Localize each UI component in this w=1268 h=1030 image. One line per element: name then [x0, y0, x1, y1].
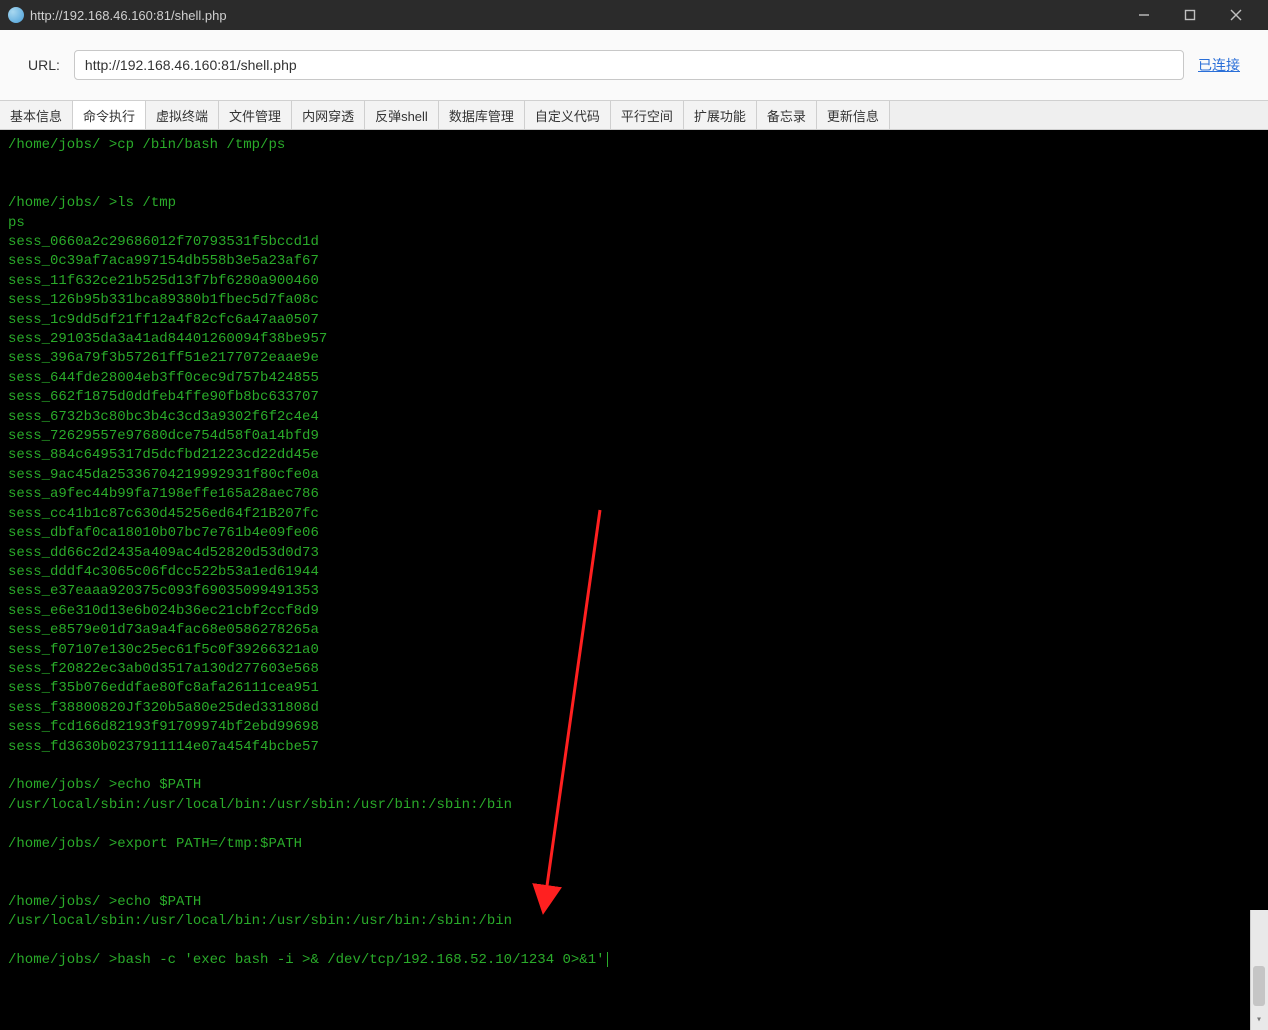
close-button[interactable] [1222, 1, 1250, 29]
minimize-button[interactable] [1130, 1, 1158, 29]
window-title: http://192.168.46.160:81/shell.php [30, 8, 1130, 23]
terminal-line [8, 873, 1260, 892]
scrollbar-thumb[interactable] [1253, 966, 1265, 1006]
tab-1[interactable]: 命令执行 [73, 101, 146, 129]
tab-11[interactable]: 更新信息 [817, 101, 890, 129]
terminal-line: sess_dbfaf0ca18010b07bc7e761b4e09fe06 [8, 524, 1260, 543]
tab-bar: 基本信息命令执行虚拟终端文件管理内网穿透反弹shell数据库管理自定义代码平行空… [0, 100, 1268, 130]
terminal-line: sess_6732b3c80bc3b4c3cd3a9302f6f2c4e4 [8, 408, 1260, 427]
terminal-line: sess_f20822ec3ab0d3517a130d277603e568 [8, 660, 1260, 679]
tab-10[interactable]: 备忘录 [757, 101, 817, 129]
terminal-line: /home/jobs/ >echo $PATH [8, 776, 1260, 795]
terminal-cursor [607, 952, 608, 967]
terminal-line: /home/jobs/ >bash -c 'exec bash -i >& /d… [8, 951, 1260, 970]
terminal-line: sess_dd66c2d2435a409ac4d52820d53d0d73 [8, 544, 1260, 563]
terminal-line: sess_291035da3a41ad84401260094f38be957 [8, 330, 1260, 349]
terminal-line: sess_a9fec44b99fa7198effe165a28aec786 [8, 485, 1260, 504]
maximize-button[interactable] [1176, 1, 1204, 29]
terminal-line: sess_f35b076eddfae80fc8afa26111cea951 [8, 679, 1260, 698]
terminal-line: sess_884c6495317d5dcfbd21223cd22dd45e [8, 446, 1260, 465]
terminal-line: sess_0660a2c29686012f70793531f5bccd1d [8, 233, 1260, 252]
terminal-line: sess_fcd166d82193f91709974bf2ebd99698 [8, 718, 1260, 737]
scroll-down-button[interactable]: ▾ [1250, 1012, 1268, 1030]
terminal-line [8, 932, 1260, 951]
terminal-line: sess_dddf4c3065c06fdcc522b53a1ed61944 [8, 563, 1260, 582]
terminal-line: sess_126b95b331bca89380b1fbec5d7fa08c [8, 291, 1260, 310]
terminal-line: sess_fd3630b0237911114e07a454f4bcbe57 [8, 738, 1260, 757]
globe-icon [8, 7, 24, 23]
title-bar: http://192.168.46.160:81/shell.php [0, 0, 1268, 30]
terminal-line: sess_1c9dd5df21ff12a4f82cfc6a47aa0507 [8, 311, 1260, 330]
url-toolbar: URL: 已连接 [0, 30, 1268, 100]
terminal-line: sess_e8579e01d73a9a4fac68e0586278265a [8, 621, 1260, 640]
tab-4[interactable]: 内网穿透 [292, 101, 365, 129]
terminal-line: sess_11f632ce21b525d13f7bf6280a900460 [8, 272, 1260, 291]
connected-status[interactable]: 已连接 [1198, 55, 1240, 75]
terminal-line: sess_f38800820Jf320b5a80e25ded331808d [8, 699, 1260, 718]
tab-3[interactable]: 文件管理 [219, 101, 292, 129]
terminal-line: /home/jobs/ >cp /bin/bash /tmp/ps [8, 136, 1260, 155]
url-input[interactable] [74, 50, 1184, 80]
tab-0[interactable]: 基本信息 [0, 101, 73, 129]
scrollbar[interactable]: ▾ [1250, 910, 1268, 1030]
terminal-line: sess_644fde28004eb3ff0cec9d757b424855 [8, 369, 1260, 388]
tab-9[interactable]: 扩展功能 [684, 101, 757, 129]
terminal-line: sess_396a79f3b57261ff51e2177072eaae9e [8, 349, 1260, 368]
window-controls [1130, 1, 1260, 29]
terminal-line: /usr/local/sbin:/usr/local/bin:/usr/sbin… [8, 796, 1260, 815]
terminal-line: /home/jobs/ >ls /tmp [8, 194, 1260, 213]
tab-6[interactable]: 数据库管理 [439, 101, 525, 129]
terminal-line [8, 815, 1260, 834]
tab-2[interactable]: 虚拟终端 [146, 101, 219, 129]
terminal-line: sess_72629557e97680dce754d58f0a14bfd9 [8, 427, 1260, 446]
terminal-line [8, 757, 1260, 776]
terminal-line [8, 175, 1260, 194]
tab-7[interactable]: 自定义代码 [525, 101, 611, 129]
terminal-line [8, 854, 1260, 873]
terminal-line: /usr/local/sbin:/usr/local/bin:/usr/sbin… [8, 912, 1260, 931]
terminal-line: /home/jobs/ >echo $PATH [8, 893, 1260, 912]
terminal-output[interactable]: /home/jobs/ >cp /bin/bash /tmp/ps/home/j… [0, 130, 1268, 1030]
tab-5[interactable]: 反弹shell [365, 101, 439, 129]
terminal-line: ps [8, 214, 1260, 233]
terminal-line: sess_f07107e130c25ec61f5c0f39266321a0 [8, 641, 1260, 660]
terminal-line: /home/jobs/ >export PATH=/tmp:$PATH [8, 835, 1260, 854]
terminal-line: sess_0c39af7aca997154db558b3e5a23af67 [8, 252, 1260, 271]
terminal-line: sess_662f1875d0ddfeb4ffe90fb8bc633707 [8, 388, 1260, 407]
terminal-line: sess_cc41b1c87c630d45256ed64f21B207fc [8, 505, 1260, 524]
terminal-line: sess_9ac45da25336704219992931f80cfe0a [8, 466, 1260, 485]
url-label: URL: [28, 57, 60, 73]
terminal-line: sess_e6e310d13e6b024b36ec21cbf2ccf8d9 [8, 602, 1260, 621]
terminal-line: sess_e37eaaa920375c093f69035099491353 [8, 582, 1260, 601]
terminal-line [8, 155, 1260, 174]
tab-8[interactable]: 平行空间 [611, 101, 684, 129]
